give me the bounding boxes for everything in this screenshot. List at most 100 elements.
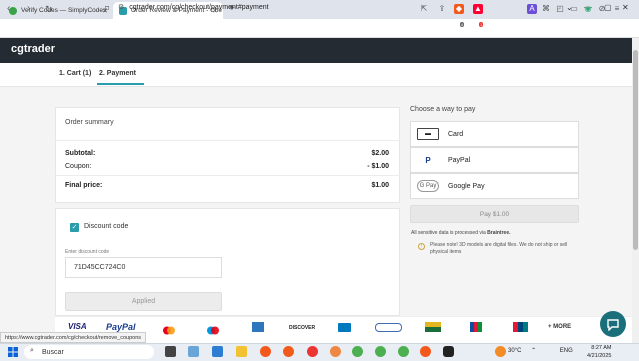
pay-option-label: Google Pay: [448, 182, 485, 190]
firefox-icon[interactable]: [330, 346, 341, 357]
pay-option-label: Card: [448, 130, 464, 138]
discover-logo: DISCOVER: [289, 325, 316, 331]
file-explorer-icon[interactable]: [236, 346, 247, 357]
brave-icon-2[interactable]: [283, 346, 294, 357]
brave-icon[interactable]: [260, 346, 271, 357]
tab-verify-codes[interactable]: Verify Codes — SimplyCodes ✕: [3, 2, 113, 19]
divider: [55, 175, 400, 176]
pay-button[interactable]: Pay $1.00: [410, 205, 579, 223]
task-view-icon[interactable]: [165, 346, 176, 357]
search-placeholder: Buscar: [42, 348, 64, 356]
discount-checkbox[interactable]: ✓: [70, 223, 79, 232]
discount-input-label: Enter discount code: [65, 249, 110, 255]
maestro-logo: [206, 322, 220, 335]
pay-option-google-pay[interactable]: G Pay Google Pay: [410, 173, 579, 199]
discount-checkbox-label[interactable]: Discount code: [84, 223, 128, 230]
pay-option-paypal[interactable]: P PayPal: [410, 147, 579, 173]
subtotal-row: Subtotal: $2.00: [65, 150, 389, 157]
extension-puzzle-icon[interactable]: ⌘: [541, 4, 551, 14]
order-summary-title: Order summary: [65, 119, 114, 126]
forward-icon[interactable]: ›: [27, 3, 30, 14]
final-price-label: Final price:: [65, 182, 103, 189]
clock-date: 4/21/2025: [587, 353, 612, 359]
extensions-icon[interactable]: ◰: [555, 4, 565, 14]
menu-icon[interactable]: ≡: [612, 4, 622, 14]
vpn-icon[interactable]: ⊘: [597, 4, 607, 14]
pay-option-label: PayPal: [448, 156, 471, 164]
paypal-icon: P: [425, 155, 431, 165]
payment-heading: Choose a way to pay: [410, 106, 476, 113]
taskbar-search[interactable]: ⌕ Buscar: [24, 345, 154, 359]
opera-icon[interactable]: [307, 346, 318, 357]
taskbar-clock[interactable]: 8:27 AM 4/21/2025: [587, 344, 611, 360]
card-icon: ▬: [417, 128, 439, 140]
wallet-icon[interactable]: ◉: [583, 4, 593, 14]
diners-club-icon: [338, 323, 351, 332]
applied-button[interactable]: Applied: [65, 292, 222, 311]
secure-processing-text: All sensitive data is processed via Brai…: [411, 230, 511, 236]
divider: [55, 140, 400, 141]
chat-bubble-icon: [607, 318, 619, 331]
back-icon[interactable]: ‹: [7, 3, 10, 14]
secure-prefix: All sensitive data is processed via: [411, 230, 488, 236]
reload-icon[interactable]: ↻: [45, 4, 53, 15]
clock-time: 8:27 AM: [591, 345, 612, 351]
brave-icon-3[interactable]: [420, 346, 431, 357]
rewards-icon[interactable]: ▲: [473, 4, 483, 14]
jcb-logo: [470, 322, 482, 332]
paypal-logo: PayPal: [106, 322, 136, 332]
step-cart[interactable]: 1. Cart (1): [59, 70, 91, 77]
cast-icon[interactable]: ⇱: [419, 4, 429, 14]
elo-card-icon: [425, 322, 441, 332]
coupon-row: Coupon: - $1.00: [65, 163, 389, 170]
weather-temp[interactable]: 30°C: [508, 348, 521, 354]
tray-chevron-icon[interactable]: ⌃: [531, 348, 536, 354]
coupon-value: - $1.00: [367, 163, 389, 170]
checkout-steps: [0, 63, 632, 87]
bookmark-icon[interactable]: ⌑: [105, 4, 109, 13]
sidebar-icon[interactable]: ▭: [569, 4, 579, 14]
pay-option-card[interactable]: ▬ Card: [410, 121, 579, 147]
final-price-row: Final price: $1.00: [65, 182, 389, 189]
site-header: [0, 38, 632, 63]
more-methods-link[interactable]: + MORE: [548, 324, 571, 330]
info-icon: !: [418, 243, 425, 250]
coupon-label: Coupon:: [65, 163, 92, 170]
address-bar[interactable]: ⚙ cgtrader.com/cg/checkout/payment#payme…: [118, 3, 269, 12]
chrome-icon-3[interactable]: [398, 346, 409, 357]
active-step-indicator: [97, 83, 144, 85]
step-payment[interactable]: 2. Payment: [99, 70, 136, 77]
chat-button[interactable]: [600, 311, 626, 337]
visa-logo: VISA: [68, 322, 87, 331]
language-indicator[interactable]: ENG: [560, 348, 573, 354]
google-pay-icon: G Pay: [417, 180, 439, 192]
mastercard-logo: [162, 322, 176, 335]
scrollbar-thumb[interactable]: [633, 50, 638, 250]
edge-icon[interactable]: [212, 346, 223, 357]
terminal-icon[interactable]: [443, 346, 454, 357]
site-info-icon[interactable]: ⚙: [118, 3, 124, 11]
subtotal-label: Subtotal:: [65, 150, 96, 157]
share-icon[interactable]: ⇪: [437, 4, 447, 14]
chrome-icon-2[interactable]: [375, 346, 386, 357]
widgets-icon[interactable]: [188, 346, 199, 357]
system-tray: 30°C ⌃ ENG: [508, 347, 573, 354]
brave-shield-icon[interactable]: ◆: [454, 4, 464, 14]
discount-code-input[interactable]: [65, 257, 222, 278]
amex-logo: [252, 322, 264, 332]
braintree-link[interactable]: Braintree.: [487, 230, 510, 236]
unionpay-logo: [513, 322, 528, 332]
diners-club-international-icon: [375, 323, 402, 332]
weather-icon: [495, 346, 506, 357]
status-bar-url: https://www.cgtrader.com/cg/checkout/rem…: [0, 332, 147, 343]
browser-toolbar: [0, 19, 639, 38]
tab-title: Verify Codes — SimplyCodes: [21, 7, 107, 14]
close-window-icon[interactable]: ✕: [622, 3, 629, 12]
subtotal-value: $2.00: [371, 150, 389, 157]
windows-start-icon[interactable]: [8, 347, 18, 357]
cgtrader-logo[interactable]: cgtrader: [11, 43, 55, 55]
extension-a-icon[interactable]: A: [527, 4, 537, 14]
chrome-icon[interactable]: [352, 346, 363, 357]
final-price-value: $1.00: [371, 182, 389, 189]
url-text: cgtrader.com/cg/checkout/payment#payment: [129, 3, 269, 11]
